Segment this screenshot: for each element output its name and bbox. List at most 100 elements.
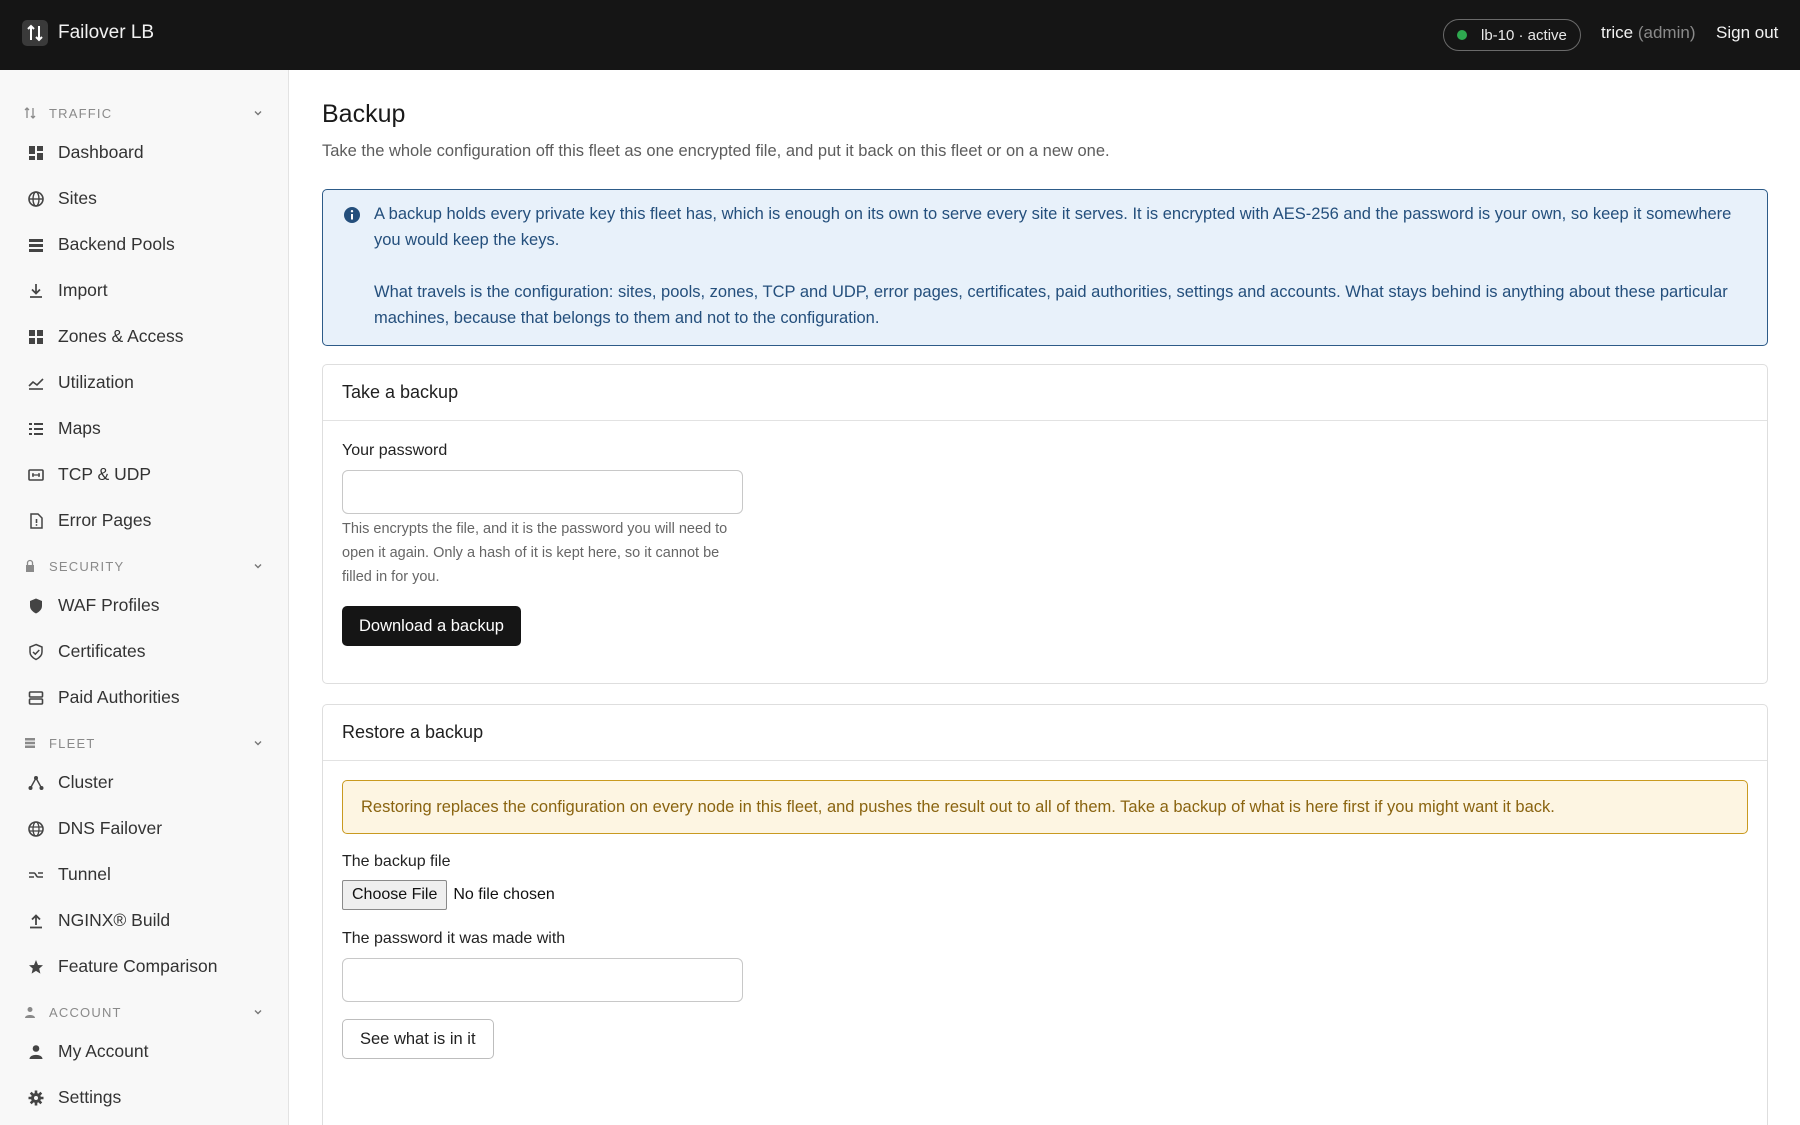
sidebar-item-utilization[interactable]: Utilization: [0, 362, 289, 402]
top-bar: Failover LB lb-10 · active trice (admin)…: [0, 0, 1800, 70]
shield-icon: [30, 598, 42, 614]
dns-globe-icon: [28, 821, 44, 837]
info-alert: A backup holds every private key this fl…: [322, 189, 1768, 346]
sidebar-item-my-account[interactable]: My Account: [0, 1031, 289, 1071]
app-name: Failover LB: [58, 22, 155, 43]
sidebar-item-sites[interactable]: Sites: [0, 178, 289, 218]
star-icon: [29, 960, 43, 974]
section-security[interactable]: SECURITY: [0, 554, 289, 578]
user-name: trice: [1601, 23, 1634, 42]
sidebar-item-label: Paid Authorities: [58, 687, 180, 707]
sidebar-item-label: Backend Pools: [58, 234, 175, 254]
lock-icon: [26, 559, 34, 572]
file-status: No file chosen: [453, 886, 555, 903]
backup-password-input[interactable]: [342, 470, 743, 514]
choose-file-button[interactable]: Choose File: [342, 880, 448, 910]
section-label: FLEET: [49, 736, 96, 751]
sidebar-item-paid-authorities[interactable]: Paid Authorities: [0, 677, 289, 717]
section-label: ACCOUNT: [49, 1005, 122, 1020]
tunnel-icon: [29, 872, 43, 878]
restore-password-input[interactable]: [342, 958, 743, 1002]
file-alert-icon: [30, 513, 43, 529]
sidebar-item-label: Import: [58, 280, 108, 300]
section-traffic[interactable]: TRAFFIC: [0, 101, 289, 125]
sidebar-item-label: Utilization: [58, 372, 134, 392]
sidebar-item-tunnel[interactable]: Tunnel: [0, 854, 289, 894]
info-paragraph: What travels is the configuration: sites…: [374, 283, 1728, 327]
restore-password-label: The password it was made with: [342, 930, 566, 947]
password-label: Your password: [342, 442, 448, 459]
sidebar-item-tcp-udp[interactable]: TCP & UDP: [0, 454, 289, 494]
sidebar-item-label: Error Pages: [58, 510, 152, 530]
backup-file-label: The backup file: [342, 853, 451, 870]
download-backup-button[interactable]: Download a backup: [342, 606, 521, 646]
see-contents-button[interactable]: See what is in it: [342, 1019, 494, 1059]
sidebar-item-certificates[interactable]: Certificates: [0, 631, 289, 671]
sidebar-item-label: Tunnel: [58, 864, 111, 884]
info-icon: [344, 207, 360, 223]
sidebar-item-label: Feature Comparison: [58, 956, 218, 976]
page-title: Backup: [322, 100, 406, 128]
node-status-badge[interactable]: lb-10 · active: [1443, 19, 1581, 51]
user-role: (admin): [1637, 23, 1696, 42]
sidebar-item-waf-profiles[interactable]: WAF Profiles: [0, 585, 289, 625]
sidebar-item-cluster[interactable]: Cluster: [0, 762, 289, 802]
stack-icon: [29, 239, 43, 252]
sidebar-item-label: WAF Profiles: [58, 595, 160, 615]
page-subtitle: Take the whole configuration off this fl…: [322, 142, 1110, 160]
sidebar-item-maps[interactable]: Maps: [0, 408, 289, 448]
info-text: A backup holds every private key this fl…: [374, 201, 1744, 331]
chart-line-icon: [28, 378, 44, 390]
section-account[interactable]: ACCOUNT: [0, 1000, 289, 1024]
restore-backup-card: Restore a backup Restoring replaces the …: [322, 704, 1768, 1125]
server-icon: [28, 691, 44, 705]
sidebar-item-label: NGINX® Build: [58, 910, 171, 930]
card-title: Restore a backup: [323, 705, 1767, 761]
sidebar-item-label: Zones & Access: [58, 326, 184, 346]
section-label: TRAFFIC: [49, 106, 113, 121]
sidebar-item-label: TCP & UDP: [58, 464, 152, 484]
failover-logo-icon: [22, 20, 48, 46]
sidebar: TRAFFIC Dashboard Sites Backend Pools Im…: [0, 70, 289, 1125]
person-outline-icon: [25, 1007, 35, 1018]
sign-out-link[interactable]: Sign out: [1716, 23, 1778, 43]
grid-icon: [29, 330, 43, 344]
sidebar-item-label: DNS Failover: [58, 818, 163, 838]
status-dot-icon: [1457, 30, 1467, 40]
sidebar-item-label: Dashboard: [58, 142, 144, 162]
dashboard-icon: [29, 146, 43, 160]
sidebar-item-dns-failover[interactable]: DNS Failover: [0, 808, 289, 848]
restore-warning: Restoring replaces the configuration on …: [342, 780, 1748, 834]
upload-icon: [30, 914, 42, 929]
card-title: Take a backup: [323, 365, 1767, 421]
section-fleet[interactable]: FLEET: [0, 731, 289, 755]
chevron-down-icon: [254, 741, 262, 746]
file-picker: Choose File No file chosen: [342, 880, 555, 910]
gear-icon: [28, 1090, 44, 1106]
download-icon: [30, 284, 42, 298]
sidebar-item-nginx-build[interactable]: NGINX® Build: [0, 900, 289, 940]
section-label: SECURITY: [49, 559, 125, 574]
sidebar-item-label: Cluster: [58, 772, 114, 792]
take-backup-card: Take a backup Your password This encrypt…: [322, 364, 1768, 684]
sidebar-item-import[interactable]: Import: [0, 270, 289, 310]
chevron-down-icon: [254, 1010, 262, 1015]
sidebar-item-error-pages[interactable]: Error Pages: [0, 500, 289, 540]
sidebar-item-zones-access[interactable]: Zones & Access: [0, 316, 289, 356]
chevron-down-icon: [254, 111, 262, 116]
sidebar-item-settings[interactable]: Settings: [0, 1077, 289, 1117]
sidebar-item-label: My Account: [58, 1041, 149, 1061]
sidebar-item-label: Maps: [58, 418, 101, 438]
current-user: trice (admin): [1601, 23, 1695, 43]
person-icon: [29, 1045, 43, 1059]
sidebar-item-label: Settings: [58, 1087, 122, 1107]
fleet-icon: [25, 738, 35, 748]
globe-icon: [28, 191, 44, 207]
brand[interactable]: Failover LB: [22, 20, 154, 46]
sidebar-item-feature-comparison[interactable]: Feature Comparison: [0, 946, 289, 986]
cluster-icon: [28, 776, 44, 790]
sidebar-item-dashboard[interactable]: Dashboard: [0, 132, 289, 172]
sidebar-item-label: Sites: [58, 188, 97, 208]
sidebar-item-backend-pools[interactable]: Backend Pools: [0, 224, 289, 264]
node-status-text: lb-10 · active: [1481, 26, 1567, 44]
